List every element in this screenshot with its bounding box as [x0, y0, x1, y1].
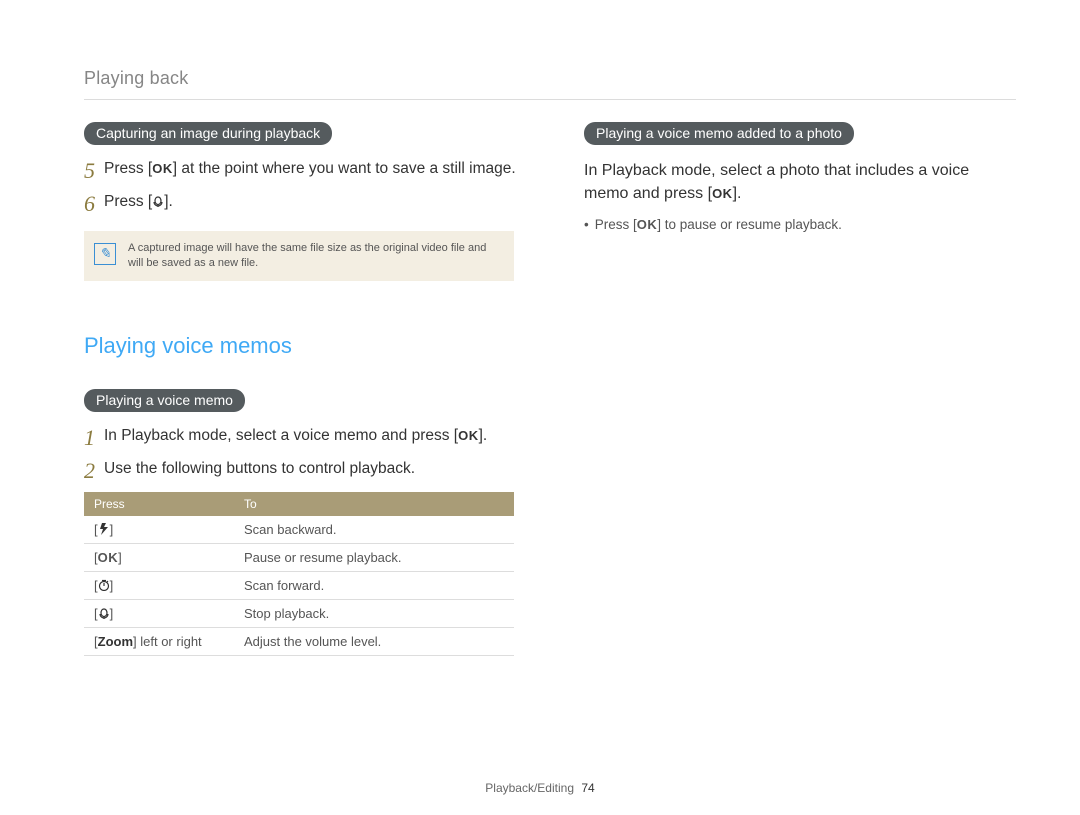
flash-icon	[98, 523, 110, 535]
text: Press [	[595, 217, 637, 232]
text: ].	[733, 185, 742, 202]
press-cell: [OK]	[84, 543, 234, 571]
content-columns: Capturing an image during playback 5 Pre…	[84, 122, 1016, 656]
note-box: ✎ A captured image will have the same fi…	[84, 231, 514, 281]
ok-label: OK	[458, 428, 479, 443]
manual-page: Playing back Capturing an image during p…	[0, 0, 1080, 815]
note-icon: ✎	[94, 243, 116, 265]
left-column: Capturing an image during playback 5 Pre…	[84, 122, 524, 656]
table-row: [OK] Pause or resume playback.	[84, 543, 514, 571]
to-cell: Adjust the volume level.	[234, 627, 514, 655]
bullet-dot: •	[584, 217, 589, 232]
text: left or right	[137, 634, 202, 649]
text: Press [	[104, 160, 152, 177]
step-number: 2	[84, 460, 104, 482]
to-cell: Scan forward.	[234, 571, 514, 599]
step-number: 6	[84, 193, 104, 215]
step-body: Press [OK] at the point where you want t…	[104, 159, 524, 180]
text: ].	[479, 427, 488, 444]
th-press: Press	[84, 492, 234, 516]
step-body: In Playback mode, select a voice memo an…	[104, 426, 524, 447]
zoom-label: Zoom	[98, 634, 133, 649]
step-body: Press [].	[104, 192, 524, 213]
pill-capturing-image: Capturing an image during playback	[84, 122, 332, 145]
table-row: [] Scan backward.	[84, 516, 514, 544]
text: Press [	[104, 193, 152, 210]
pill-voice-memo-photo: Playing a voice memo added to a photo	[584, 122, 854, 145]
step-6: 6 Press [].	[84, 192, 524, 215]
press-cell: []	[84, 599, 234, 627]
step-number: 1	[84, 427, 104, 449]
step-5: 5 Press [OK] at the point where you want…	[84, 159, 524, 182]
divider	[84, 99, 1016, 100]
sub-bullet: • Press [OK] to pause or resume playback…	[584, 217, 1014, 232]
table-row: [] Stop playback.	[84, 599, 514, 627]
text: ] to pause or resume playback.	[657, 217, 842, 232]
step-2: 2 Use the following buttons to control p…	[84, 459, 524, 482]
ok-label: OK	[637, 217, 658, 232]
breadcrumb: Playing back	[84, 68, 1016, 89]
press-cell: [Zoom] left or right	[84, 627, 234, 655]
table-row: [] Scan forward.	[84, 571, 514, 599]
ok-label: OK	[98, 550, 119, 565]
press-cell: []	[84, 516, 234, 544]
note-text: A captured image will have the same file…	[128, 241, 500, 271]
table-header-row: Press To	[84, 492, 514, 516]
footer-section: Playback/Editing	[485, 781, 574, 795]
right-column: Playing a voice memo added to a photo In…	[584, 122, 1014, 656]
right-body: In Playback mode, select a photo that in…	[584, 159, 1014, 205]
macro-icon	[152, 195, 164, 207]
text: In Playback mode, select a voice memo an…	[104, 427, 458, 444]
pill-playing-voice-memo: Playing a voice memo	[84, 389, 245, 412]
to-cell: Stop playback.	[234, 599, 514, 627]
table-row: [Zoom] left or right Adjust the volume l…	[84, 627, 514, 655]
page-footer: Playback/Editing 74	[0, 781, 1080, 795]
control-table: Press To [] Scan backward. [OK] Pause or…	[84, 492, 514, 656]
text: In Playback mode, select a photo that in…	[584, 162, 969, 202]
text: ].	[164, 193, 173, 210]
step-body: Use the following buttons to control pla…	[104, 459, 524, 480]
text: ] at the point where you want to save a …	[173, 160, 516, 177]
timer-icon	[98, 579, 110, 591]
press-cell: []	[84, 571, 234, 599]
page-number: 74	[581, 781, 594, 795]
to-cell: Pause or resume playback.	[234, 543, 514, 571]
macro-icon	[98, 607, 110, 619]
ok-label: OK	[712, 186, 733, 201]
th-to: To	[234, 492, 514, 516]
step-number: 5	[84, 160, 104, 182]
section-heading: Playing voice memos	[84, 333, 524, 359]
step-1: 1 In Playback mode, select a voice memo …	[84, 426, 524, 449]
bullet-text: Press [OK] to pause or resume playback.	[595, 217, 842, 232]
ok-label: OK	[152, 161, 173, 176]
to-cell: Scan backward.	[234, 516, 514, 544]
